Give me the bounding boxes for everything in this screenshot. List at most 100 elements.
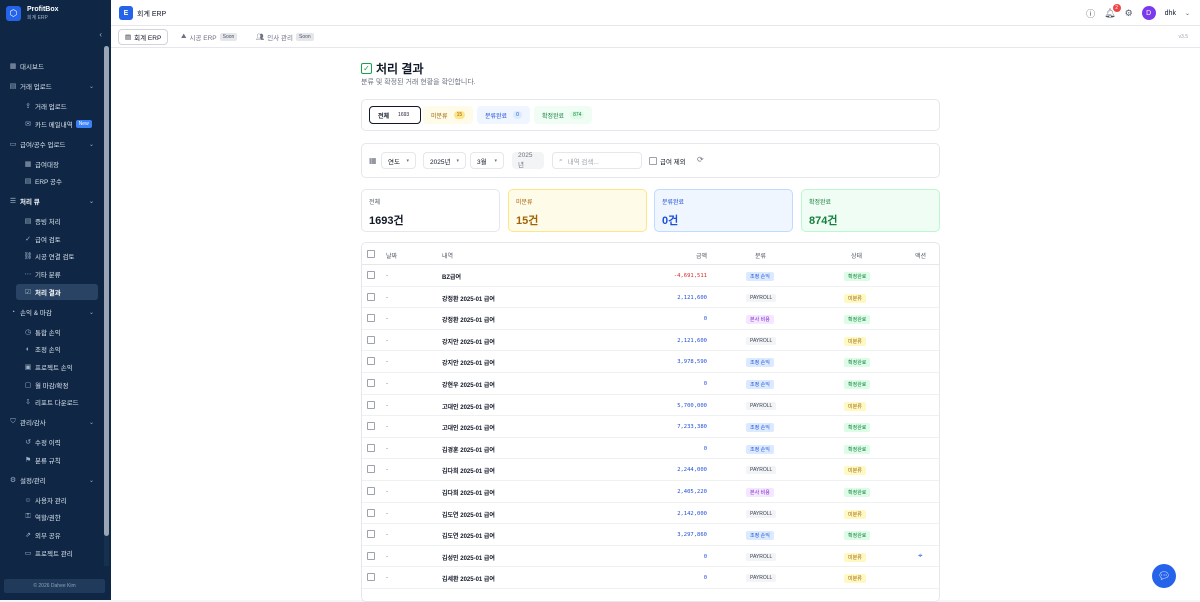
filter-tabs-card: 전체 1693 미분류 15 분류완료 0 확정완료 874 — [361, 99, 940, 131]
sidebar-item[interactable]: ⇩ 리포트 다운로드 — [0, 394, 104, 410]
row-checkbox[interactable] — [367, 379, 375, 387]
category-badge: PAYROLL — [746, 574, 777, 583]
shield-icon: ⛉ — [10, 418, 16, 425]
gear-icon[interactable]: ⚙ — [1125, 8, 1133, 19]
row-checkbox[interactable] — [367, 292, 375, 301]
search-input[interactable]: ⌕ 내역 검색... — [552, 152, 642, 169]
sidebar-item[interactable]: ↺ 수정 이력 — [0, 434, 104, 450]
table-row[interactable]: - 강정환 2025-01 급여 2,121,600 PAYROLL 미분류 — [362, 287, 939, 309]
sidebar-item[interactable]: ▭ 프로젝트 관리 — [0, 545, 104, 561]
status-badge: 확정완료 — [844, 488, 871, 497]
row-checkbox[interactable] — [367, 551, 375, 560]
brand[interactable]: ⬡ ProfitBox 회계 ERP — [0, 0, 111, 26]
sidebar-item[interactable]: ☑ 처리 결과 — [16, 284, 98, 300]
table-row[interactable]: - 김경훈 2025-01 급여 0 조정 손익 확정완료 — [362, 438, 939, 460]
sidebar-item[interactable]: ▣ 프로젝트 손익 — [0, 359, 104, 375]
year-tag: 2025년 — [512, 152, 544, 169]
sidebar-item[interactable]: ◐ 조정 손익 — [0, 341, 104, 357]
tab-construction-erp[interactable]: ⛰ 시공 ERP Soon — [175, 29, 243, 45]
sidebar-item[interactable]: ◔ 손익 & 마감 ⌄ — [0, 304, 104, 320]
filter-tab-all[interactable]: 전체 1693 — [369, 106, 422, 124]
sidebar-scrollbar[interactable] — [104, 46, 109, 566]
row-checkbox[interactable] — [367, 400, 375, 409]
sidebar-item[interactable]: ▢ 월 마감/확정 — [0, 377, 104, 393]
table-row[interactable]: - 강지안 2025-01 급여 3,978,590 조정 손익 확정완료 — [362, 351, 939, 373]
filter-tab-unclassified[interactable]: 미분류 15 — [423, 106, 474, 124]
sidebar-item[interactable]: ⋯ 기타 분류 — [0, 266, 104, 282]
header-date[interactable]: 날짜 — [386, 251, 397, 260]
table-row[interactable]: - 고대인 2025-01 급여 7,233,380 조정 손익 확정완료 — [362, 416, 939, 438]
month-select[interactable]: 3월 ▾ — [470, 152, 504, 169]
key-icon: ⚿ — [25, 513, 31, 520]
table-row[interactable]: - 강정환 2025-01 급여 0 본사 비용 확정완료 — [362, 308, 939, 330]
tab-hr[interactable]: 👥︎ 인사 관리 Soon — [250, 29, 320, 45]
tab-accounting-erp[interactable]: ▤ 회계 ERP — [118, 29, 169, 45]
exclude-payroll-toggle[interactable]: 급여 제외 — [649, 156, 686, 166]
sidebar-item[interactable]: ⚑ 분류 규칙 — [0, 452, 104, 468]
row-checkbox[interactable] — [367, 314, 375, 323]
sidebar-item[interactable]: ⇪ 거래 업로드 — [0, 98, 104, 114]
filter-tab-confirmed[interactable]: 확정완료 874 — [534, 106, 593, 124]
sidebar-item[interactable]: ▦ 급여대장 — [0, 156, 104, 172]
user-name[interactable]: dhk — [1165, 10, 1176, 17]
sidebar-item[interactable]: ◷ 통합 손익 — [0, 324, 104, 340]
refresh-icon[interactable]: ⟳ — [697, 155, 704, 164]
sidebar-item[interactable]: ⛓ 시공 연결 검토 — [0, 248, 104, 264]
sidebar-item[interactable]: ▤ ERP 공수 — [0, 173, 104, 189]
row-checkbox[interactable] — [367, 357, 375, 366]
table-row[interactable]: - 강현우 2025-01 급여 0 조정 손익 확정완료 — [362, 373, 939, 395]
table-row[interactable]: - 김다희 2025-01 급여 2,244,000 PAYROLL 미분류 — [362, 459, 939, 481]
sidebar-item[interactable]: ☺ 사용자 관리 — [0, 492, 104, 508]
sidebar-item[interactable]: ⚿ 역할/권한 — [0, 509, 104, 525]
avatar[interactable]: D — [1141, 6, 1156, 20]
table-row[interactable]: - 김도연 2025-01 급여 2,142,000 PAYROLL 미분류 — [362, 503, 939, 525]
table-row[interactable]: - BZ급여 -4,691,511 조정 손익 확정완료 — [362, 265, 939, 287]
tag-icon[interactable]: ⌖ — [918, 551, 923, 561]
select-all-checkbox[interactable] — [367, 250, 375, 258]
header-desc[interactable]: 내역 — [442, 251, 453, 260]
history-icon: ↺ — [25, 439, 31, 446]
header-amount[interactable]: 금액 — [696, 251, 707, 260]
scroll-thumb[interactable] — [104, 46, 109, 536]
header-status[interactable]: 상태 — [851, 251, 862, 260]
sidebar-item[interactable]: ☻직원 마스터 — [0, 562, 104, 566]
sidebar-item[interactable]: ▭ 급여/공수 업로드 ⌄ — [0, 136, 104, 152]
sidebar-item[interactable]: ☰ 처리 큐 ⌄ — [0, 193, 104, 209]
controls-card: ▦ 연도 ▾ 2025년 ▾ 3월 ▾ 2025년 ⌕ 내역 검색... 급여 제외 … — [361, 143, 940, 178]
sidebar-item[interactable]: ⚙ 설정/관리 ⌄ — [0, 472, 104, 488]
chevron-down-icon[interactable]: ⌄ — [1185, 10, 1190, 17]
collapse-sidebar-icon[interactable]: ‹ — [99, 30, 102, 39]
row-checkbox[interactable] — [367, 335, 375, 344]
row-checkbox[interactable] — [367, 422, 375, 431]
row-desc: 강지안 2025-01 급여 — [442, 339, 495, 346]
bell-icon[interactable]: 🔔︎ 2 — [1104, 3, 1121, 19]
filter-tab-classified[interactable]: 분류완료 0 — [477, 106, 530, 124]
year-select[interactable]: 2025년 ▾ — [423, 152, 466, 169]
sidebar-item[interactable]: ▤ 증빙 처리 — [0, 213, 104, 229]
row-checkbox[interactable] — [367, 573, 375, 582]
row-checkbox[interactable] — [367, 530, 375, 539]
sidebar-item[interactable]: ✉ 카드 메일내역 New — [0, 116, 104, 132]
row-checkbox[interactable] — [367, 443, 375, 452]
table-row[interactable]: - 강지안 2025-01 급여 2,121,600 PAYROLL 미분류 — [362, 330, 939, 352]
header-category[interactable]: 분류 — [755, 251, 766, 260]
sidebar-item[interactable]: ▦ 대시보드 — [0, 58, 104, 74]
row-checkbox[interactable] — [367, 271, 375, 279]
period-select[interactable]: 연도 ▾ — [381, 152, 416, 169]
chat-button[interactable]: 💬︎ — [1152, 564, 1176, 588]
row-checkbox[interactable] — [367, 508, 375, 517]
row-checkbox[interactable] — [367, 487, 375, 495]
table-row[interactable]: - 김도연 2025-01 급여 3,297,860 조정 손익 확정완료 — [362, 524, 939, 546]
sidebar-item[interactable]: ⇗ 외부 공유 — [0, 527, 104, 543]
table-row[interactable]: - 김성민 2025-01 급여 0 PAYROLL 미분류 ⌖ — [362, 546, 939, 568]
sidebar-item[interactable]: ⛉ 관리/감사 ⌄ — [0, 414, 104, 430]
sidebar-item[interactable]: ▤ 거래 업로드 ⌄ — [0, 78, 104, 94]
row-checkbox[interactable] — [367, 465, 375, 474]
soon-badge: Soon — [296, 33, 314, 41]
table-row[interactable]: - 김세환 2025-01 급여 0 PAYROLL 미분류 — [362, 567, 939, 589]
table-row[interactable]: - 김다희 2025-01 급여 2,405,220 본사 비용 확정완료 — [362, 481, 939, 503]
sidebar-item[interactable]: ✓ 급여 검토 — [0, 231, 104, 247]
exclude-payroll-checkbox[interactable] — [649, 157, 657, 165]
help-icon[interactable]: ⓘ — [1086, 7, 1095, 20]
table-row[interactable]: - 고대인 2025-01 급여 5,700,000 PAYROLL 미분류 — [362, 395, 939, 417]
